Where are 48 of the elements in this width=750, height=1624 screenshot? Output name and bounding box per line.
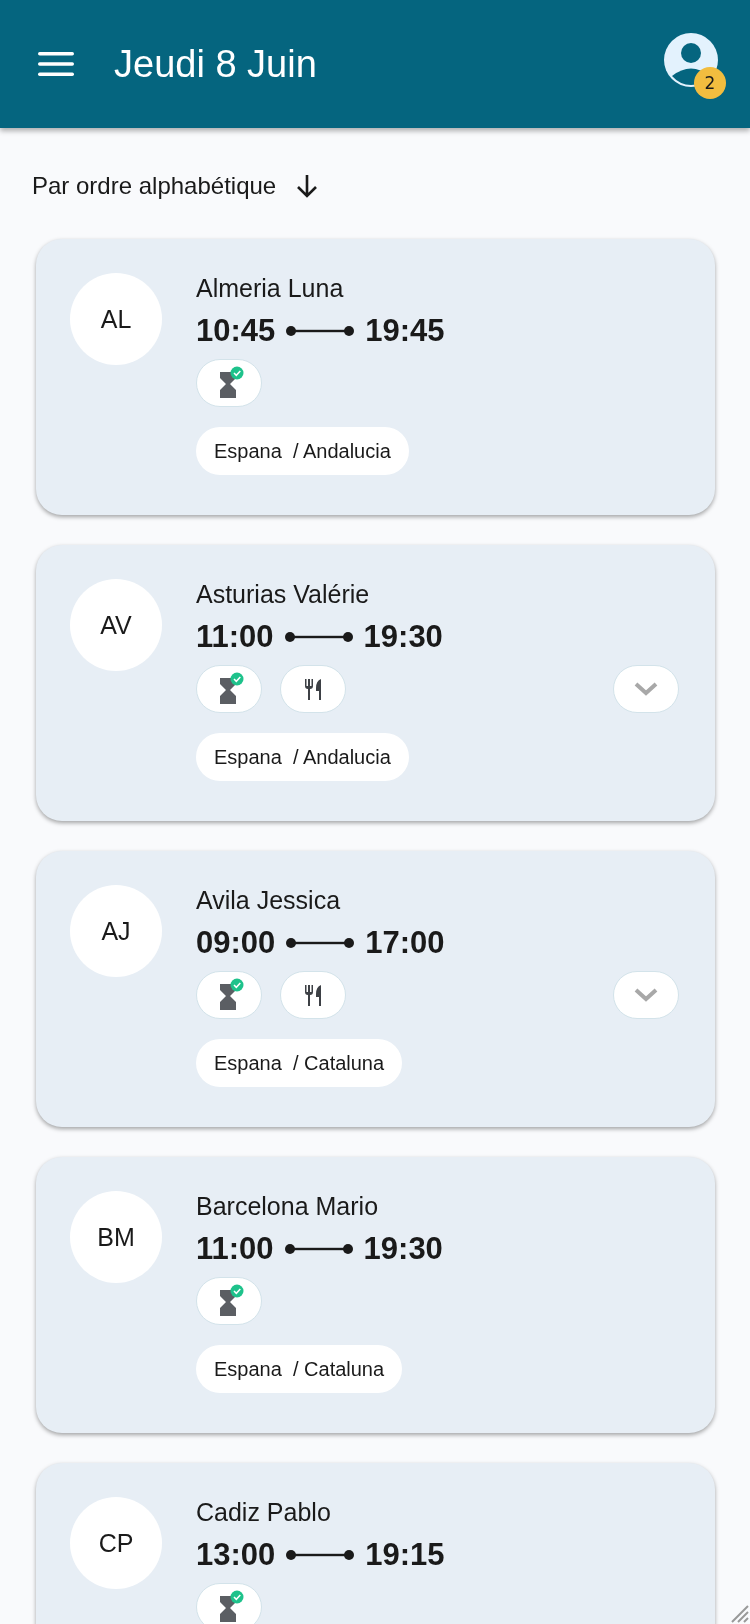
notification-badge: 2 <box>694 67 726 99</box>
chevron-down-icon <box>633 987 659 1003</box>
sort-label[interactable]: Par ordre alphabétique <box>32 172 277 200</box>
start-time: 11:00 <box>196 1230 274 1268</box>
fork-knife-badge[interactable] <box>280 665 346 713</box>
end-time: 17:00 <box>365 924 445 962</box>
fork-knife-badge[interactable] <box>280 971 346 1019</box>
initials-avatar: CP <box>70 1497 162 1589</box>
time-range-icon <box>283 1242 354 1256</box>
initials-avatar: BM <box>70 1191 162 1283</box>
employee-card[interactable]: CP Cadiz Pablo 13:00 19:15 <box>36 1463 715 1624</box>
initials-avatar: AV <box>70 579 162 671</box>
hourglass-badge[interactable] <box>196 359 262 407</box>
time-range-icon <box>285 1548 356 1562</box>
hourglass-badge[interactable] <box>196 1583 262 1624</box>
end-time: 19:45 <box>365 312 445 350</box>
location-tag: Espana / Andalucia <box>196 427 409 475</box>
end-time: 19:30 <box>363 618 443 656</box>
employee-name: Asturias Valérie <box>196 579 371 609</box>
page-title: Jeudi 8 Juin <box>114 42 317 86</box>
time-range-icon <box>285 936 356 950</box>
initials-avatar: AL <box>70 273 162 365</box>
menu-icon[interactable] <box>38 51 74 77</box>
end-time: 19:15 <box>365 1536 445 1574</box>
start-time: 11:00 <box>196 618 274 656</box>
employee-card[interactable]: AJ Avila Jessica 09:00 17:00 Espana / Cataluna <box>36 851 715 1127</box>
employee-name: Cadiz Pablo <box>196 1497 332 1527</box>
time-range-icon <box>285 324 356 338</box>
time-range-icon <box>283 630 354 644</box>
arrow-down-icon[interactable] <box>296 173 319 199</box>
employee-card[interactable]: BM Barcelona Mario 11:00 19:30 Espana / Cataluna <box>36 1157 715 1433</box>
location-tag: Espana / Cataluna <box>196 1345 403 1393</box>
start-time: 13:00 <box>196 1536 276 1574</box>
hourglass-badge[interactable] <box>196 665 262 713</box>
employee-name: Barcelona Mario <box>196 1191 380 1221</box>
hourglass-badge[interactable] <box>196 971 262 1019</box>
start-time: 10:45 <box>196 312 276 350</box>
location-tag: Espana / Cataluna <box>196 1039 403 1087</box>
initials-avatar: AJ <box>70 885 162 977</box>
location-tag: Espana / Andalucia <box>196 733 409 781</box>
end-time: 19:30 <box>363 1230 443 1268</box>
start-time: 09:00 <box>196 924 276 962</box>
employee-card[interactable]: AL Almeria Luna 10:45 19:45 Espana / Andalucia <box>36 239 715 515</box>
hourglass-badge[interactable] <box>196 1277 262 1325</box>
employee-name: Avila Jessica <box>196 885 342 915</box>
chevron-down-icon <box>633 681 659 697</box>
employee-card[interactable]: AV Asturias Valérie 11:00 19:30 Espana / Andalucia <box>36 545 715 821</box>
employee-name: Almeria Luna <box>196 273 345 303</box>
